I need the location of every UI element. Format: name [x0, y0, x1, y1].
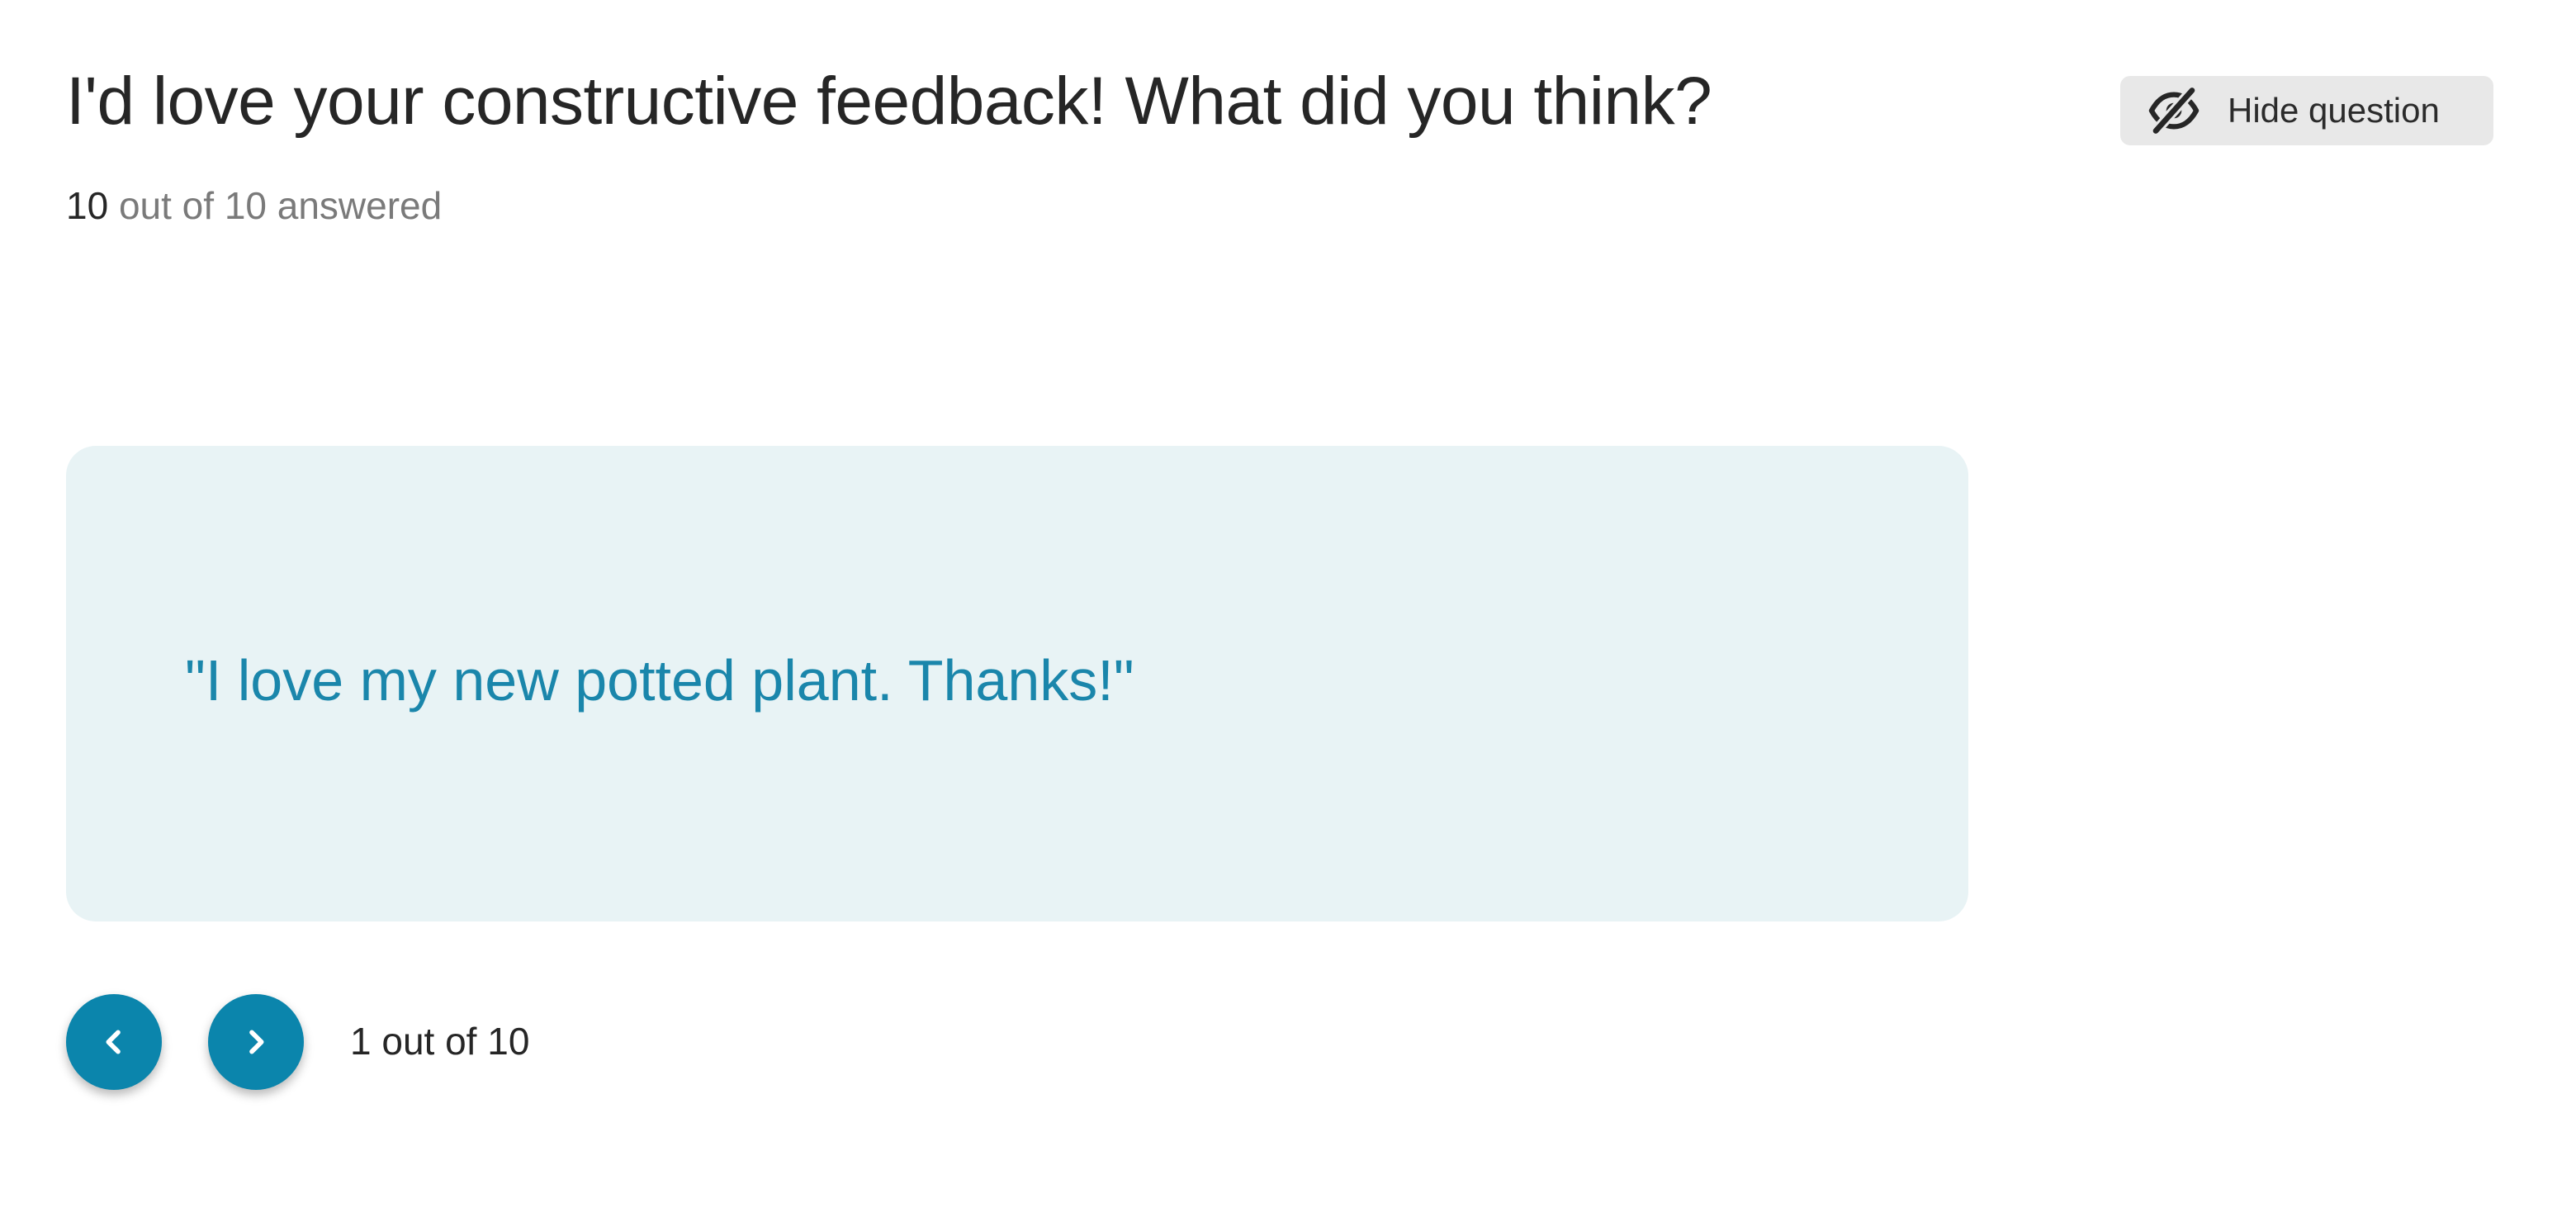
question-title: I'd love your constructive feedback! Wha… — [66, 64, 1712, 139]
hide-question-label: Hide question — [2228, 91, 2440, 130]
chevron-right-icon — [239, 1025, 272, 1059]
next-response-button[interactable] — [208, 994, 304, 1090]
previous-response-button[interactable] — [66, 994, 162, 1090]
answered-suffix: out of 10 answered — [108, 184, 443, 227]
hide-question-button[interactable]: Hide question — [2120, 76, 2493, 145]
response-card: "I love my new potted plant. Thanks!" — [66, 446, 1968, 921]
eye-slash-icon — [2148, 85, 2200, 136]
answered-count: 10 — [66, 184, 109, 227]
answered-status: 10 out of 10 answered — [66, 183, 442, 228]
chevron-left-icon — [97, 1025, 130, 1059]
pagination-status: 1 out of 10 — [350, 1020, 530, 1063]
response-text: "I love my new potted plant. Thanks!" — [185, 648, 1134, 713]
feedback-page: I'd love your constructive feedback! Wha… — [0, 0, 2576, 1222]
